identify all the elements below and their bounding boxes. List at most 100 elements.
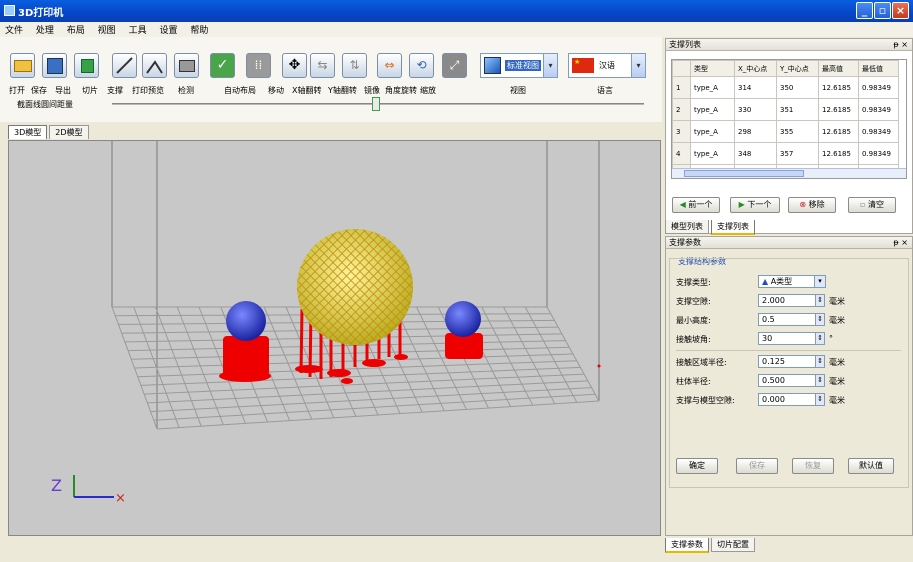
cell: 0.98349 <box>858 120 899 143</box>
contact-radius-input[interactable]: 0.125 <box>758 355 818 368</box>
table-row[interactable]: 4 type_A 348 357 12.6185 0.98349 <box>672 142 899 165</box>
unit-label: 毫米 <box>829 396 845 405</box>
scene[interactable]: Z × <box>9 141 660 535</box>
section-slider-handle[interactable] <box>372 97 380 111</box>
save-icon <box>47 58 63 74</box>
language-select[interactable]: ★ 汉语 ▾ <box>568 53 646 78</box>
menu-layout[interactable]: 布局 <box>62 22 90 37</box>
horizontal-scrollbar[interactable] <box>672 168 906 178</box>
table-row[interactable]: 1 type_A 314 350 12.6185 0.98349 <box>672 76 899 99</box>
col-header[interactable]: 类型 <box>690 60 735 77</box>
slice-button[interactable] <box>112 53 137 78</box>
stepper-icon[interactable]: ⇕ <box>815 393 825 406</box>
open-icon <box>14 60 32 72</box>
tab-model-list[interactable]: 模型列表 <box>665 220 709 234</box>
svg-text:Z: Z <box>51 476 62 495</box>
support-list-panel: 支撑列表 ᵽ × 类型 X_中心点 Y_中心点 最高值 最低值 1 type_A 31… <box>665 38 913 234</box>
model-gap-input[interactable]: 0.000 <box>758 393 818 406</box>
menu-process[interactable]: 处理 <box>31 22 59 37</box>
col-header[interactable]: X_中心点 <box>734 60 777 77</box>
cell: type_A <box>690 98 735 121</box>
lattice-sphere-pattern <box>297 229 413 345</box>
divider <box>676 350 901 351</box>
apply-button[interactable]: 确定 <box>676 458 718 474</box>
col-header[interactable] <box>672 60 691 77</box>
stepper-icon[interactable]: ⇕ <box>815 374 825 387</box>
menu-settings[interactable]: 设置 <box>154 22 182 37</box>
stepper-icon[interactable]: ⇕ <box>815 294 825 307</box>
toolbar: ✓ ⁞⁞ ✥ ⇆ ⇅ ⇔ ⟲ ⤢ 打开 保存 导出 切片 支撑 打印预览 检测 … <box>0 37 662 122</box>
default-button[interactable]: 默认值 <box>848 458 894 474</box>
cell: 0.98349 <box>858 98 899 121</box>
row-number: 1 <box>672 76 691 99</box>
viewport-3d[interactable]: Z × <box>8 140 661 536</box>
x-flip-button[interactable]: ⇆ <box>310 53 335 78</box>
tab-slice-config[interactable]: 切片配置 <box>711 538 755 552</box>
cell: 0.98349 <box>858 142 899 165</box>
move-button[interactable]: ✥ <box>282 53 307 78</box>
remove-button[interactable]: ⊗ 移除 <box>788 197 836 213</box>
tab-support-list[interactable]: 支撑列表 <box>711 220 755 235</box>
support-button[interactable] <box>142 53 167 78</box>
view-select[interactable]: 标准视图 ▾ <box>480 53 558 78</box>
stepper-icon[interactable]: ⇕ <box>815 355 825 368</box>
menu-file[interactable]: 文件 <box>0 22 28 37</box>
menu-help[interactable]: 帮助 <box>185 22 213 37</box>
mirror-button[interactable]: ⇔ <box>377 53 402 78</box>
prev-button[interactable]: ◀ 前一个 <box>672 197 720 213</box>
menu-view[interactable]: 视图 <box>93 22 121 37</box>
chevron-down-icon[interactable]: ▾ <box>543 54 557 77</box>
table-row[interactable]: 2 type_A 330 351 12.6185 0.98349 <box>672 98 899 121</box>
tab-3d-model[interactable]: 3D模型 <box>8 125 48 139</box>
tab-2d-model[interactable]: 2D模型 <box>49 125 89 139</box>
support-table-wrapper: 类型 X_中心点 Y_中心点 最高值 最低值 1 type_A 314 350 12.6… <box>671 59 907 179</box>
cell: 0.98349 <box>858 76 899 99</box>
y-flip-button[interactable]: ⇅ <box>342 53 367 78</box>
stepper-icon[interactable]: ⇕ <box>815 332 825 345</box>
rotate-button[interactable]: ⟲ <box>409 53 434 78</box>
pillar-radius-input[interactable]: 0.500 <box>758 374 818 387</box>
contact-angle-input[interactable]: 30 <box>758 332 818 345</box>
maximize-button[interactable]: ▫ <box>874 2 891 19</box>
check-button[interactable]: ✓ <box>210 53 235 78</box>
chevron-down-icon[interactable]: ▾ <box>631 54 645 77</box>
col-header[interactable]: Y_中心点 <box>776 60 819 77</box>
menu-tools[interactable]: 工具 <box>124 22 152 37</box>
restore-button[interactable]: 恢复 <box>792 458 834 474</box>
pin-close-icon[interactable]: ᵽ × <box>893 237 908 249</box>
save-params-button[interactable]: 保存 <box>736 458 778 474</box>
col-header[interactable]: 最高值 <box>818 60 859 77</box>
auto-layout-button[interactable]: ⁞⁞ <box>246 53 271 78</box>
clear-button[interactable]: ▫ 清空 <box>848 197 896 213</box>
scale-button[interactable]: ⤢ <box>442 53 467 78</box>
chevron-down-icon[interactable]: ▾ <box>814 275 826 288</box>
export-label: 导出 <box>55 86 71 95</box>
support-gap-input[interactable]: 2.000 <box>758 294 818 307</box>
tab-support-params[interactable]: 支撑参数 <box>665 538 709 553</box>
print-preview-button[interactable] <box>174 53 199 78</box>
slider-label: 截面线圆间距量 <box>17 100 73 109</box>
cell: type_A <box>690 120 735 143</box>
min-height-input[interactable]: 0.5 <box>758 313 818 326</box>
view-cube-icon <box>484 57 501 74</box>
col-header[interactable]: 最低值 <box>858 60 899 77</box>
remove-icon: ⊗ <box>799 200 807 209</box>
stepper-icon[interactable]: ⇕ <box>815 313 825 326</box>
support-label: 支撑 <box>107 86 123 95</box>
cell: 350 <box>776 76 819 99</box>
model-gap-label: 支撑与模型空隙: <box>676 396 735 405</box>
auto-layout-label: 自动布局 <box>224 86 256 95</box>
open-button[interactable] <box>10 53 35 78</box>
pin-close-icon[interactable]: ᵽ × <box>893 39 908 51</box>
export-button[interactable] <box>74 53 99 78</box>
next-button[interactable]: ▶ 下一个 <box>730 197 780 213</box>
table-row[interactable]: 3 type_A 298 355 12.6185 0.98349 <box>672 120 899 143</box>
pillar-radius-label: 柱体半径: <box>676 377 711 386</box>
language-label: 语言 <box>597 86 613 95</box>
close-button[interactable]: × <box>892 2 909 19</box>
cell: 314 <box>734 76 777 99</box>
support-params-group <box>669 258 909 488</box>
minimize-button[interactable]: _ <box>856 2 873 19</box>
save-button[interactable] <box>42 53 67 78</box>
clear-label: 清空 <box>867 200 884 209</box>
